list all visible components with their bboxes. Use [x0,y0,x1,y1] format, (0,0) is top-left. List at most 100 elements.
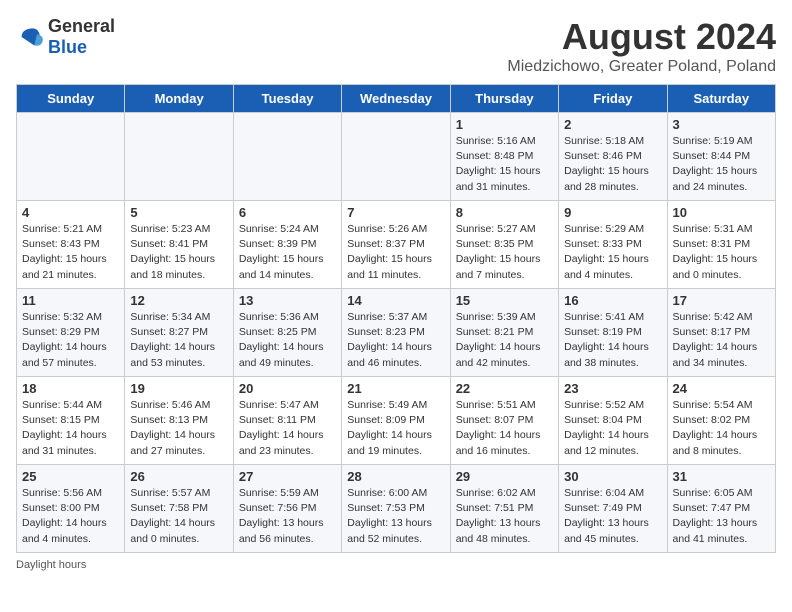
day-info: Sunrise: 6:02 AM Sunset: 7:51 PM Dayligh… [456,486,553,547]
day-number: 31 [673,469,770,484]
day-info: Sunrise: 5:37 AM Sunset: 8:23 PM Dayligh… [347,310,444,371]
day-number: 9 [564,205,661,220]
day-cell: 16 Sunrise: 5:41 AM Sunset: 8:19 PM Dayli… [559,289,667,377]
calendar-header: SundayMondayTuesdayWednesdayThursdayFrid… [17,85,776,113]
calendar-body: 1Sunrise: 5:16 AM Sunset: 8:48 PM Daylig… [17,113,776,553]
day-cell: 20 Sunrise: 5:47 AM Sunset: 8:11 PM Dayli… [233,377,341,465]
logo-blue: Blue [48,37,87,57]
day-info: Sunrise: 5:32 AM Sunset: 8:29 PM Dayligh… [22,310,119,371]
day-number: 26 [130,469,227,484]
day-info: Sunrise: 5:51 AM Sunset: 8:07 PM Dayligh… [456,398,553,459]
day-cell: 27 Sunrise: 5:59 AM Sunset: 7:56 PM Dayli… [233,465,341,553]
week-row-3: 11 Sunrise: 5:32 AM Sunset: 8:29 PM Dayli… [17,289,776,377]
day-number: 11 [22,293,119,308]
day-info: Sunrise: 5:16 AM Sunset: 8:48 PM Dayligh… [456,134,553,195]
day-cell: 11 Sunrise: 5:32 AM Sunset: 8:29 PM Dayli… [17,289,125,377]
footer-note: Daylight hours [16,559,776,571]
day-cell: 1Sunrise: 5:16 AM Sunset: 8:48 PM Daylig… [450,113,558,201]
day-cell: 19 Sunrise: 5:46 AM Sunset: 8:13 PM Dayli… [125,377,233,465]
day-info: Sunrise: 5:24 AM Sunset: 8:39 PM Dayligh… [239,222,336,283]
day-cell: 10 Sunrise: 5:31 AM Sunset: 8:31 PM Dayli… [667,201,775,289]
day-cell: 3 Sunrise: 5:19 AM Sunset: 8:44 PM Daylig… [667,113,775,201]
day-info: Sunrise: 5:49 AM Sunset: 8:09 PM Dayligh… [347,398,444,459]
day-number: 13 [239,293,336,308]
day-info: Sunrise: 5:42 AM Sunset: 8:17 PM Dayligh… [673,310,770,371]
day-cell: 25Sunrise: 5:56 AM Sunset: 8:00 PM Dayli… [17,465,125,553]
logo-general: General [48,16,115,36]
day-number: 16 [564,293,661,308]
day-number: 24 [673,381,770,396]
day-info: Sunrise: 5:54 AM Sunset: 8:02 PM Dayligh… [673,398,770,459]
day-info: Sunrise: 5:21 AM Sunset: 8:43 PM Dayligh… [22,222,119,283]
day-number: 5 [130,205,227,220]
day-cell: 7Sunrise: 5:26 AM Sunset: 8:37 PM Daylig… [342,201,450,289]
day-info: Sunrise: 6:00 AM Sunset: 7:53 PM Dayligh… [347,486,444,547]
day-cell: 2Sunrise: 5:18 AM Sunset: 8:46 PM Daylig… [559,113,667,201]
day-info: Sunrise: 5:31 AM Sunset: 8:31 PM Dayligh… [673,222,770,283]
day-number: 20 [239,381,336,396]
day-cell: 26 Sunrise: 5:57 AM Sunset: 7:58 PM Dayli… [125,465,233,553]
week-row-2: 4Sunrise: 5:21 AM Sunset: 8:43 PM Daylig… [17,201,776,289]
day-number: 17 [673,293,770,308]
day-info: Sunrise: 5:29 AM Sunset: 8:33 PM Dayligh… [564,222,661,283]
day-number: 10 [673,205,770,220]
day-number: 8 [456,205,553,220]
day-cell: 23 Sunrise: 5:52 AM Sunset: 8:04 PM Dayli… [559,377,667,465]
day-info: Sunrise: 5:46 AM Sunset: 8:13 PM Dayligh… [130,398,227,459]
day-number: 15 [456,293,553,308]
day-cell: 9 Sunrise: 5:29 AM Sunset: 8:33 PM Daylig… [559,201,667,289]
day-cell [17,113,125,201]
day-number: 23 [564,381,661,396]
day-info: Sunrise: 5:52 AM Sunset: 8:04 PM Dayligh… [564,398,661,459]
day-cell: 8 Sunrise: 5:27 AM Sunset: 8:35 PM Daylig… [450,201,558,289]
day-cell: 15 Sunrise: 5:39 AM Sunset: 8:21 PM Dayli… [450,289,558,377]
week-row-5: 25Sunrise: 5:56 AM Sunset: 8:00 PM Dayli… [17,465,776,553]
day-cell [233,113,341,201]
header-cell-wednesday: Wednesday [342,85,450,113]
day-number: 3 [673,117,770,132]
day-cell [125,113,233,201]
day-info: Sunrise: 5:27 AM Sunset: 8:35 PM Dayligh… [456,222,553,283]
day-cell: 22Sunrise: 5:51 AM Sunset: 8:07 PM Dayli… [450,377,558,465]
day-cell [342,113,450,201]
day-number: 27 [239,469,336,484]
day-number: 21 [347,381,444,396]
day-number: 7 [347,205,444,220]
header-cell-tuesday: Tuesday [233,85,341,113]
day-cell: 28 Sunrise: 6:00 AM Sunset: 7:53 PM Dayli… [342,465,450,553]
day-cell: 21 Sunrise: 5:49 AM Sunset: 8:09 PM Dayli… [342,377,450,465]
day-cell: 24 Sunrise: 5:54 AM Sunset: 8:02 PM Dayli… [667,377,775,465]
day-number: 12 [130,293,227,308]
day-info: Sunrise: 5:57 AM Sunset: 7:58 PM Dayligh… [130,486,227,547]
main-title: August 2024 [507,16,776,58]
day-info: Sunrise: 5:39 AM Sunset: 8:21 PM Dayligh… [456,310,553,371]
day-info: Sunrise: 5:59 AM Sunset: 7:56 PM Dayligh… [239,486,336,547]
day-cell: 18 Sunrise: 5:44 AM Sunset: 8:15 PM Dayli… [17,377,125,465]
week-row-1: 1Sunrise: 5:16 AM Sunset: 8:48 PM Daylig… [17,113,776,201]
header-cell-thursday: Thursday [450,85,558,113]
day-info: Sunrise: 5:44 AM Sunset: 8:15 PM Dayligh… [22,398,119,459]
day-cell: 17 Sunrise: 5:42 AM Sunset: 8:17 PM Dayli… [667,289,775,377]
day-cell: 12Sunrise: 5:34 AM Sunset: 8:27 PM Dayli… [125,289,233,377]
day-number: 6 [239,205,336,220]
day-info: Sunrise: 5:41 AM Sunset: 8:19 PM Dayligh… [564,310,661,371]
day-cell: 4Sunrise: 5:21 AM Sunset: 8:43 PM Daylig… [17,201,125,289]
day-number: 28 [347,469,444,484]
day-number: 19 [130,381,227,396]
day-cell: 6 Sunrise: 5:24 AM Sunset: 8:39 PM Daylig… [233,201,341,289]
day-number: 29 [456,469,553,484]
day-info: Sunrise: 6:04 AM Sunset: 7:49 PM Dayligh… [564,486,661,547]
day-info: Sunrise: 6:05 AM Sunset: 7:47 PM Dayligh… [673,486,770,547]
day-number: 18 [22,381,119,396]
day-number: 2 [564,117,661,132]
day-cell: 29 Sunrise: 6:02 AM Sunset: 7:51 PM Dayli… [450,465,558,553]
day-number: 25 [22,469,119,484]
day-cell: 5Sunrise: 5:23 AM Sunset: 8:41 PM Daylig… [125,201,233,289]
day-info: Sunrise: 5:47 AM Sunset: 8:11 PM Dayligh… [239,398,336,459]
logo-icon [16,23,44,51]
day-number: 30 [564,469,661,484]
subtitle: Miedzichowo, Greater Poland, Poland [507,58,776,76]
day-info: Sunrise: 5:19 AM Sunset: 8:44 PM Dayligh… [673,134,770,195]
title-area: August 2024 Miedzichowo, Greater Poland,… [507,16,776,76]
day-cell: 31 Sunrise: 6:05 AM Sunset: 7:47 PM Dayli… [667,465,775,553]
